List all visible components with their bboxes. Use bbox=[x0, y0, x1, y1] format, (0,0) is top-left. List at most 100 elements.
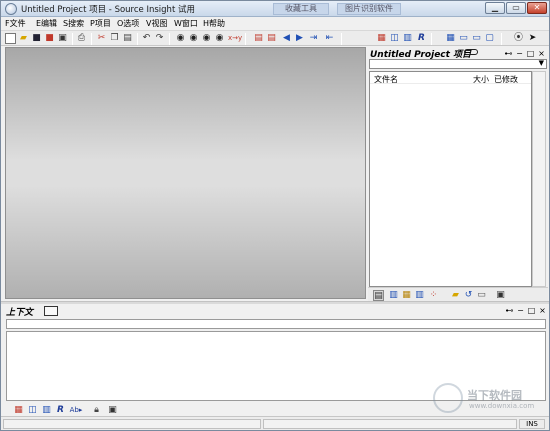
book-icon[interactable]: ▥ bbox=[414, 290, 425, 301]
search-prev-icon[interactable]: ◉ bbox=[188, 33, 199, 44]
panel-maximize-icon[interactable]: □ bbox=[527, 306, 536, 315]
editor-area[interactable] bbox=[5, 47, 366, 299]
close-button[interactable]: ✕ bbox=[527, 2, 547, 14]
reference-icon[interactable]: R bbox=[55, 405, 66, 416]
watermark-text: 当下软件园 bbox=[467, 389, 522, 402]
save-all-icon[interactable]: ■ bbox=[44, 33, 55, 44]
menu-bar: F文件 E编辑 S搜索 P项目 O选项 V视图 W窗口 H帮助 bbox=[1, 17, 549, 30]
context-window-icon[interactable] bbox=[44, 306, 58, 316]
pointer-icon[interactable]: ➤ bbox=[527, 33, 538, 44]
maximize-button[interactable]: ▭ bbox=[506, 2, 526, 14]
paste-icon[interactable]: ▤ bbox=[122, 33, 133, 44]
settings-icon[interactable]: ▣ bbox=[495, 290, 506, 301]
jump-in-icon[interactable]: ⇤ bbox=[324, 33, 335, 44]
toolbar-separator bbox=[245, 33, 246, 45]
panel-close-icon[interactable]: × bbox=[538, 306, 547, 315]
chevron-down-icon[interactable]: ▼ bbox=[539, 59, 544, 67]
bookmark-icon[interactable]: ▤ bbox=[253, 33, 264, 44]
context-view[interactable] bbox=[6, 331, 546, 401]
forward-arrow-icon[interactable]: ▶ bbox=[294, 33, 305, 44]
column-modified[interactable]: 已修改 bbox=[494, 74, 518, 85]
app-icon bbox=[5, 3, 17, 15]
search-next-icon[interactable]: ◉ bbox=[201, 33, 212, 44]
lock-icon[interactable]: 🔒︎ bbox=[91, 405, 102, 416]
relation-window-icon[interactable]: ▥ bbox=[402, 33, 413, 44]
search-binoculars-icon[interactable]: ◉ bbox=[175, 33, 186, 44]
main-window: Untitled Project 项目 - Source Insight 试用 … bbox=[0, 0, 550, 431]
redo-icon[interactable]: ↷ bbox=[154, 33, 165, 44]
project-panel: Untitled Project 项目 ⊷ − □ × ▼ 文件名 大小 已修改… bbox=[368, 47, 548, 301]
book-icon[interactable]: ▥ bbox=[41, 405, 52, 416]
toolbar-separator bbox=[72, 33, 73, 45]
back-arrow-icon[interactable]: ◀ bbox=[281, 33, 292, 44]
list-header: 文件名 大小 已修改 bbox=[370, 72, 531, 84]
settings-icon[interactable]: ▣ bbox=[107, 405, 118, 416]
project-file-list[interactable]: 文件名 大小 已修改 bbox=[369, 71, 532, 287]
status-position bbox=[263, 419, 517, 429]
title-bar[interactable]: Untitled Project 项目 - Source Insight 试用 … bbox=[1, 1, 549, 17]
menu-search[interactable]: S搜索 bbox=[63, 18, 84, 29]
menu-window[interactable]: W窗口 bbox=[174, 18, 198, 29]
undo-icon[interactable]: ↶ bbox=[141, 33, 152, 44]
context-panel-toolbar: ▦ ◫ ▥ R Ab▸ 🔒︎ ▣ bbox=[5, 403, 549, 416]
symbol-window-icon[interactable]: ◫ bbox=[27, 405, 38, 416]
search-files-icon[interactable]: ◉ bbox=[214, 33, 225, 44]
vertical-scrollbar[interactable] bbox=[532, 71, 546, 287]
copy-icon[interactable]: ❐ bbox=[109, 33, 120, 44]
watermark-url: www.downxia.com bbox=[469, 402, 535, 410]
menu-options[interactable]: O选项 bbox=[117, 18, 139, 29]
file-list-icon[interactable]: ▤ bbox=[373, 290, 384, 301]
menu-view[interactable]: V视图 bbox=[146, 18, 167, 29]
toolbar-separator bbox=[137, 33, 138, 45]
context-address-bar[interactable] bbox=[6, 319, 546, 329]
book-symbol-icon[interactable]: ▦ bbox=[13, 405, 24, 416]
toolbar-separator bbox=[501, 33, 502, 45]
project-file-filter[interactable]: ▼ bbox=[369, 59, 547, 69]
context-window-icon[interactable]: ▭ bbox=[458, 33, 469, 44]
menu-file[interactable]: F文件 bbox=[5, 18, 26, 29]
context-panel-title: 上下文 bbox=[6, 308, 34, 318]
jump-out-icon[interactable]: ⇥ bbox=[308, 33, 319, 44]
menu-edit[interactable]: E编辑 bbox=[36, 18, 57, 29]
symbol-list-icon[interactable]: ▥ bbox=[388, 290, 399, 301]
abbreviation-icon[interactable]: Ab▸ bbox=[69, 405, 83, 416]
panel-close-icon[interactable]: × bbox=[537, 49, 546, 58]
menu-help[interactable]: H帮助 bbox=[203, 18, 225, 29]
project-link-icon bbox=[464, 49, 478, 55]
symbol-window-icon[interactable]: ◫ bbox=[389, 33, 400, 44]
open-folder-icon[interactable]: ▰ bbox=[450, 290, 461, 301]
project-window-icon[interactable]: ▢ bbox=[484, 33, 495, 44]
pin-icon[interactable]: ⊷ bbox=[504, 49, 513, 58]
new-file-icon[interactable] bbox=[5, 33, 16, 44]
pin-icon[interactable]: ⊷ bbox=[505, 306, 514, 315]
menu-project[interactable]: P项目 bbox=[90, 18, 111, 29]
cut-icon[interactable]: ✂ bbox=[96, 33, 107, 44]
browse-reference-icon[interactable]: ⦿ bbox=[513, 33, 524, 44]
panel-minimize-icon[interactable]: − bbox=[515, 49, 524, 58]
save-icon[interactable]: ■ bbox=[31, 33, 42, 44]
toolbar-separator bbox=[169, 33, 170, 45]
insert-mode-indicator: INS bbox=[519, 419, 545, 429]
watermark-logo bbox=[433, 383, 463, 413]
column-size[interactable]: 大小 bbox=[473, 74, 489, 85]
open-folder-icon[interactable]: ▰ bbox=[18, 33, 29, 44]
replace-icon[interactable]: x→y bbox=[228, 33, 242, 44]
sync-icon[interactable]: ↺ bbox=[463, 290, 474, 301]
book-symbol-icon[interactable]: ▦ bbox=[376, 33, 387, 44]
category-icon[interactable]: ▦ bbox=[401, 290, 412, 301]
windows-icon[interactable]: ▭ bbox=[471, 33, 482, 44]
main-toolbar: ▰ ■ ■ ▣ ⎙ ✂ ❐ ▤ ↶ ↷ ◉ ◉ ◉ ◉ x→y ▤ ▤ ◀ ▶ … bbox=[1, 30, 549, 46]
reference-icon[interactable]: R bbox=[416, 33, 427, 44]
color-dots-icon[interactable]: ⁘ bbox=[428, 290, 439, 301]
print-icon[interactable]: ⎙ bbox=[76, 33, 87, 44]
bookmark-list-icon[interactable]: ▤ bbox=[266, 33, 277, 44]
layout-grid-icon[interactable]: ▦ bbox=[445, 33, 456, 44]
properties-icon[interactable]: ▭ bbox=[476, 290, 487, 301]
project-panel-toolbar: ▤ ▥ ▦ ▥ ⁘ ▰ ↺ ▭ ▣ bbox=[368, 287, 548, 301]
save-copy-icon[interactable]: ▣ bbox=[57, 33, 68, 44]
panel-maximize-icon[interactable]: □ bbox=[526, 49, 535, 58]
column-filename[interactable]: 文件名 bbox=[374, 74, 398, 85]
minimize-button[interactable]: ▁ bbox=[485, 2, 505, 14]
toolbar-separator bbox=[91, 33, 92, 45]
panel-minimize-icon[interactable]: − bbox=[516, 306, 525, 315]
